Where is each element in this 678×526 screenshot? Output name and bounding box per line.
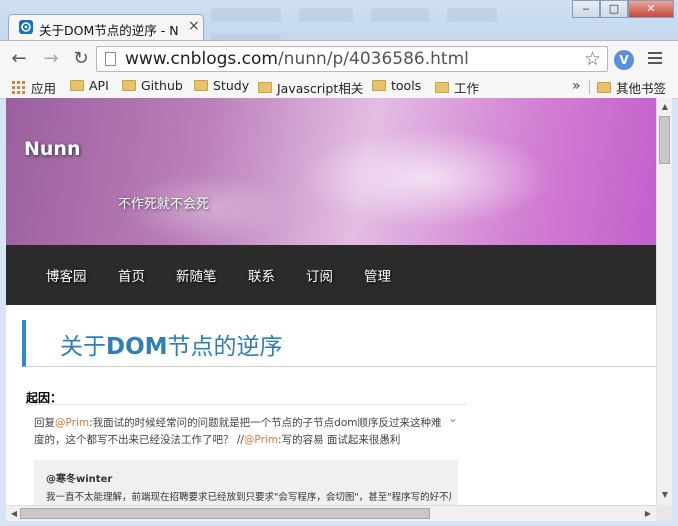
bookmark-label: API — [89, 78, 109, 93]
bookmark-label: tools — [391, 78, 422, 93]
nav-item-subscribe[interactable]: 订阅 — [306, 265, 333, 285]
blog-subtitle: 不作死就不会死 — [118, 197, 210, 212]
tab-close-icon[interactable]: × — [188, 18, 200, 34]
horizontal-scroll-thumb[interactable] — [20, 508, 430, 519]
bookmark-label: 其他书签 — [616, 81, 667, 96]
folder-icon — [597, 82, 611, 93]
browser-window: 关于DOM节点的逆序 - N × ‒ □ ✕ ← → ↻ www.cnblogs… — [0, 0, 678, 526]
cnblogs-favicon-icon — [19, 20, 33, 34]
close-window-button[interactable]: ✕ — [628, 0, 674, 18]
bookmark-label: 应用 — [31, 81, 57, 96]
comment-body: :写的容易 面试起来很愚利 — [278, 434, 401, 446]
bookmark-folder[interactable]: tools — [372, 78, 421, 93]
more-bookmarks-icon[interactable]: » — [572, 78, 581, 94]
forward-button[interactable]: → — [40, 48, 62, 70]
bookmark-apps[interactable]: 应用 — [12, 78, 56, 97]
url-text[interactable]: www.cnblogs.com/nunn/p/4036586.html — [125, 49, 469, 69]
bookmark-label: Javascript相关 — [277, 81, 364, 96]
browser-toolbar: ← → ↻ www.cnblogs.com/nunn/p/4036586.htm… — [0, 40, 678, 77]
quoted-comment: @寒冬winter 我一直不太能理解，前端现在招聘要求已经放到只要求"会写程序，… — [34, 460, 458, 505]
post-header: 关于DOM节点的逆序 — [22, 320, 656, 367]
address-bar[interactable]: www.cnblogs.com/nunn/p/4036586.html ☆ — [96, 46, 608, 72]
nav-item-new-post[interactable]: 新随笔 — [176, 265, 217, 285]
bookmark-label: Study — [213, 78, 250, 93]
reply-label: 回复 — [34, 417, 55, 429]
bookmark-other[interactable]: 其他书签 — [597, 78, 666, 97]
back-button[interactable]: ← — [8, 48, 30, 70]
folder-icon — [258, 82, 272, 93]
post-title-bold: DOM — [106, 334, 168, 360]
mention[interactable]: @Prim — [244, 434, 278, 446]
url-host: www.cnblogs.com — [125, 49, 278, 69]
background-tab[interactable] — [298, 8, 354, 22]
nav-item-cnblogs[interactable]: 博客园 — [46, 265, 87, 285]
bookmark-label: 工作 — [454, 81, 480, 96]
chevron-down-icon: ⌄ — [448, 411, 459, 425]
bookmark-folder[interactable]: Javascript相关 — [258, 78, 363, 97]
nav-item-contact[interactable]: 联系 — [248, 265, 275, 285]
blog-banner: Nunn 不作死就不会死 — [6, 98, 656, 245]
folder-icon — [194, 80, 208, 91]
maximize-button[interactable]: □ — [600, 0, 628, 18]
horizontal-scrollbar[interactable]: ◀ ▶ — [6, 505, 656, 521]
page-icon — [105, 52, 116, 66]
window-controls: ‒ □ ✕ — [572, 0, 674, 18]
comment-text: 回复@Prim:我面试的时候经常问的问题就是把一个节点的子节点dom顺序反过来这… — [34, 415, 444, 449]
bookmark-folder[interactable]: Github — [122, 78, 183, 93]
background-tab[interactable] — [211, 8, 281, 22]
bookmark-label: Github — [141, 78, 183, 93]
tab-title: 关于DOM节点的逆序 - N — [39, 23, 179, 38]
post-title[interactable]: 关于DOM节点的逆序 — [60, 327, 283, 361]
post-title-prefix: 关于 — [60, 334, 106, 360]
minimize-button[interactable]: ‒ — [572, 0, 600, 18]
vertical-scrollbar[interactable]: ▲ ▼ — [656, 98, 672, 505]
scroll-up-icon[interactable]: ▲ — [657, 102, 673, 111]
folder-icon — [70, 80, 84, 91]
background-tabs — [205, 4, 565, 48]
bookmark-folder[interactable]: API — [70, 78, 109, 93]
bookmark-folder[interactable]: 工作 — [435, 78, 479, 97]
bookmark-star-icon[interactable]: ☆ — [584, 48, 601, 70]
background-tab[interactable] — [447, 8, 498, 22]
post-title-suffix: 节点的逆序 — [167, 334, 283, 360]
active-tab[interactable]: 关于DOM节点的逆序 - N × — [8, 14, 204, 40]
bookmark-divider — [589, 80, 590, 94]
scrollbar-corner — [656, 505, 672, 521]
blog-navbar: 博客园 首页 新随笔 联系 订阅 管理 — [6, 245, 656, 305]
tab-strip: 关于DOM节点的逆序 - N × ‒ □ ✕ — [0, 0, 678, 48]
quote-text: 我一直不太能理解，前端现在招聘要求已经放到只要求"会写程序，会切图"，甚至"程序… — [46, 492, 451, 503]
reload-button[interactable]: ↻ — [70, 48, 92, 70]
menu-icon[interactable] — [648, 49, 662, 67]
mention[interactable]: @Prim — [55, 417, 89, 429]
nav-item-manage[interactable]: 管理 — [364, 265, 391, 285]
vertical-scroll-thumb[interactable] — [659, 116, 670, 164]
embedded-screenshot: 回复@Prim:我面试的时候经常问的问题就是把一个节点的子节点dom顺序反过来这… — [26, 404, 466, 505]
quote-author: @寒冬winter — [46, 474, 113, 485]
background-tab[interactable] — [370, 8, 431, 22]
folder-icon — [435, 82, 449, 93]
apps-grid-icon — [12, 80, 26, 95]
blog-title[interactable]: Nunn — [24, 138, 80, 160]
url-path: /nunn/p/4036586.html — [277, 49, 469, 69]
scroll-right-icon[interactable]: ▶ — [640, 509, 656, 518]
page-viewport: Nunn 不作死就不会死 博客园 首页 新随笔 联系 订阅 管理 关于DOM节点… — [6, 98, 656, 505]
bookmarks-bar: 应用 API Github Study Javascript相关 tools 工… — [0, 76, 678, 99]
bookmark-folder[interactable]: Study — [194, 78, 249, 93]
nav-item-home[interactable]: 首页 — [118, 265, 145, 285]
scroll-down-icon[interactable]: ▼ — [657, 490, 673, 499]
folder-icon — [372, 80, 386, 91]
folder-icon — [122, 80, 136, 91]
extension-icon[interactable]: V — [614, 50, 634, 70]
